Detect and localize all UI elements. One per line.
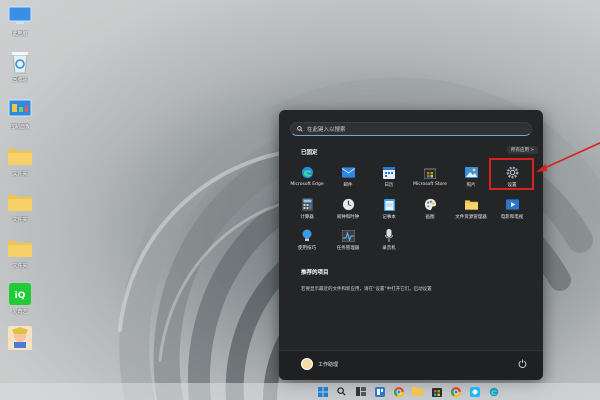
game-icon [7, 326, 33, 350]
desktop-icon-recycle-bin[interactable]: 回收站 [2, 50, 38, 83]
iqiyi-icon: iQ [7, 282, 33, 306]
file-explorer-icon [464, 198, 478, 211]
clock-icon [342, 198, 355, 211]
app-taskbar-icon[interactable] [468, 385, 481, 398]
settings-highlight-box [489, 158, 534, 190]
tips-icon [301, 229, 314, 242]
pinned-title: 已固定 [301, 150, 318, 156]
taskbar [0, 383, 600, 400]
app-clock[interactable]: 闹钟和时钟 [327, 198, 369, 220]
edge-taskbar-icon[interactable] [487, 385, 500, 398]
app-recorder[interactable]: 录音机 [368, 229, 410, 251]
desktop-icon-folder-3[interactable]: 文件夹 [2, 236, 38, 269]
app-mail[interactable]: 邮件 [327, 166, 369, 188]
desktop-icon-folder-2[interactable]: 文件夹 [2, 190, 38, 223]
store-icon [424, 166, 437, 179]
mail-icon [341, 166, 355, 179]
recorder-icon [383, 229, 396, 242]
search-icon [297, 126, 303, 132]
svg-text:iQ: iQ [15, 291, 26, 301]
desktop-icon-folder-1[interactable]: 文件夹 [2, 144, 38, 177]
app-edge[interactable]: Microsoft Edge [286, 166, 328, 187]
power-icon[interactable] [518, 359, 527, 368]
avatar [301, 358, 313, 370]
computer-icon [7, 4, 33, 28]
app-calculator[interactable]: 计算器 [286, 198, 328, 220]
desktop-icon-control-panel[interactable]: 控制面板 [2, 97, 38, 130]
folder-icon [7, 144, 33, 168]
control-panel-icon [7, 97, 33, 121]
search-placeholder: 在此键入以搜索 [307, 127, 346, 133]
task-manager-icon [341, 229, 355, 242]
recommended-title: 推荐的项目 [301, 270, 329, 276]
edge-icon [301, 166, 314, 179]
app-store[interactable]: Microsoft Store [409, 166, 451, 187]
annotation-arrow-icon [536, 142, 600, 172]
app-file-explorer[interactable]: 文件资源管理器 [450, 198, 492, 220]
task-view-icon[interactable] [354, 385, 367, 398]
chrome-icon[interactable] [392, 385, 405, 398]
app-tips[interactable]: 使用技巧 [286, 229, 328, 251]
start-menu: 在此键入以搜索 已固定 所有应用 > Microsoft Edge 邮件 日历 … [279, 110, 543, 380]
calendar-icon [383, 166, 396, 179]
photos-icon [464, 166, 478, 179]
desktop-icon-this-pc[interactable]: 此电脑 [2, 4, 38, 37]
paint-icon [424, 198, 437, 211]
recycle-bin-icon [7, 50, 33, 74]
app-movies[interactable]: 电影和电视 [491, 198, 533, 220]
store-taskbar-icon[interactable] [430, 385, 443, 398]
widgets-icon[interactable] [373, 385, 386, 398]
chrome-2-icon[interactable] [449, 385, 462, 398]
app-task-manager[interactable]: 任务管理器 [327, 229, 369, 251]
app-calendar[interactable]: 日历 [368, 166, 410, 188]
calculator-icon [301, 198, 314, 211]
app-paint[interactable]: 画图 [409, 198, 451, 220]
explorer-taskbar-icon[interactable] [411, 385, 424, 398]
search-box[interactable]: 在此键入以搜索 [290, 122, 532, 136]
notepad-icon [383, 198, 396, 211]
taskbar-search-icon[interactable] [335, 385, 348, 398]
user-account[interactable]: 工作助理 [301, 358, 338, 370]
folder-icon [7, 236, 33, 260]
app-photos[interactable]: 照片 [450, 166, 492, 188]
movies-icon [505, 198, 519, 211]
app-notepad[interactable]: 记事本 [368, 198, 410, 220]
folder-icon [7, 190, 33, 214]
recommended-text[interactable]: 若要显示最近的文件和新应用，请在“设置”中打开它们。启动设置 [301, 286, 432, 292]
desktop-icon-game[interactable] [2, 326, 38, 352]
desktop-icon-iqiyi[interactable]: iQ 爱奇艺 [2, 282, 38, 315]
windows-start-icon[interactable] [316, 385, 329, 398]
